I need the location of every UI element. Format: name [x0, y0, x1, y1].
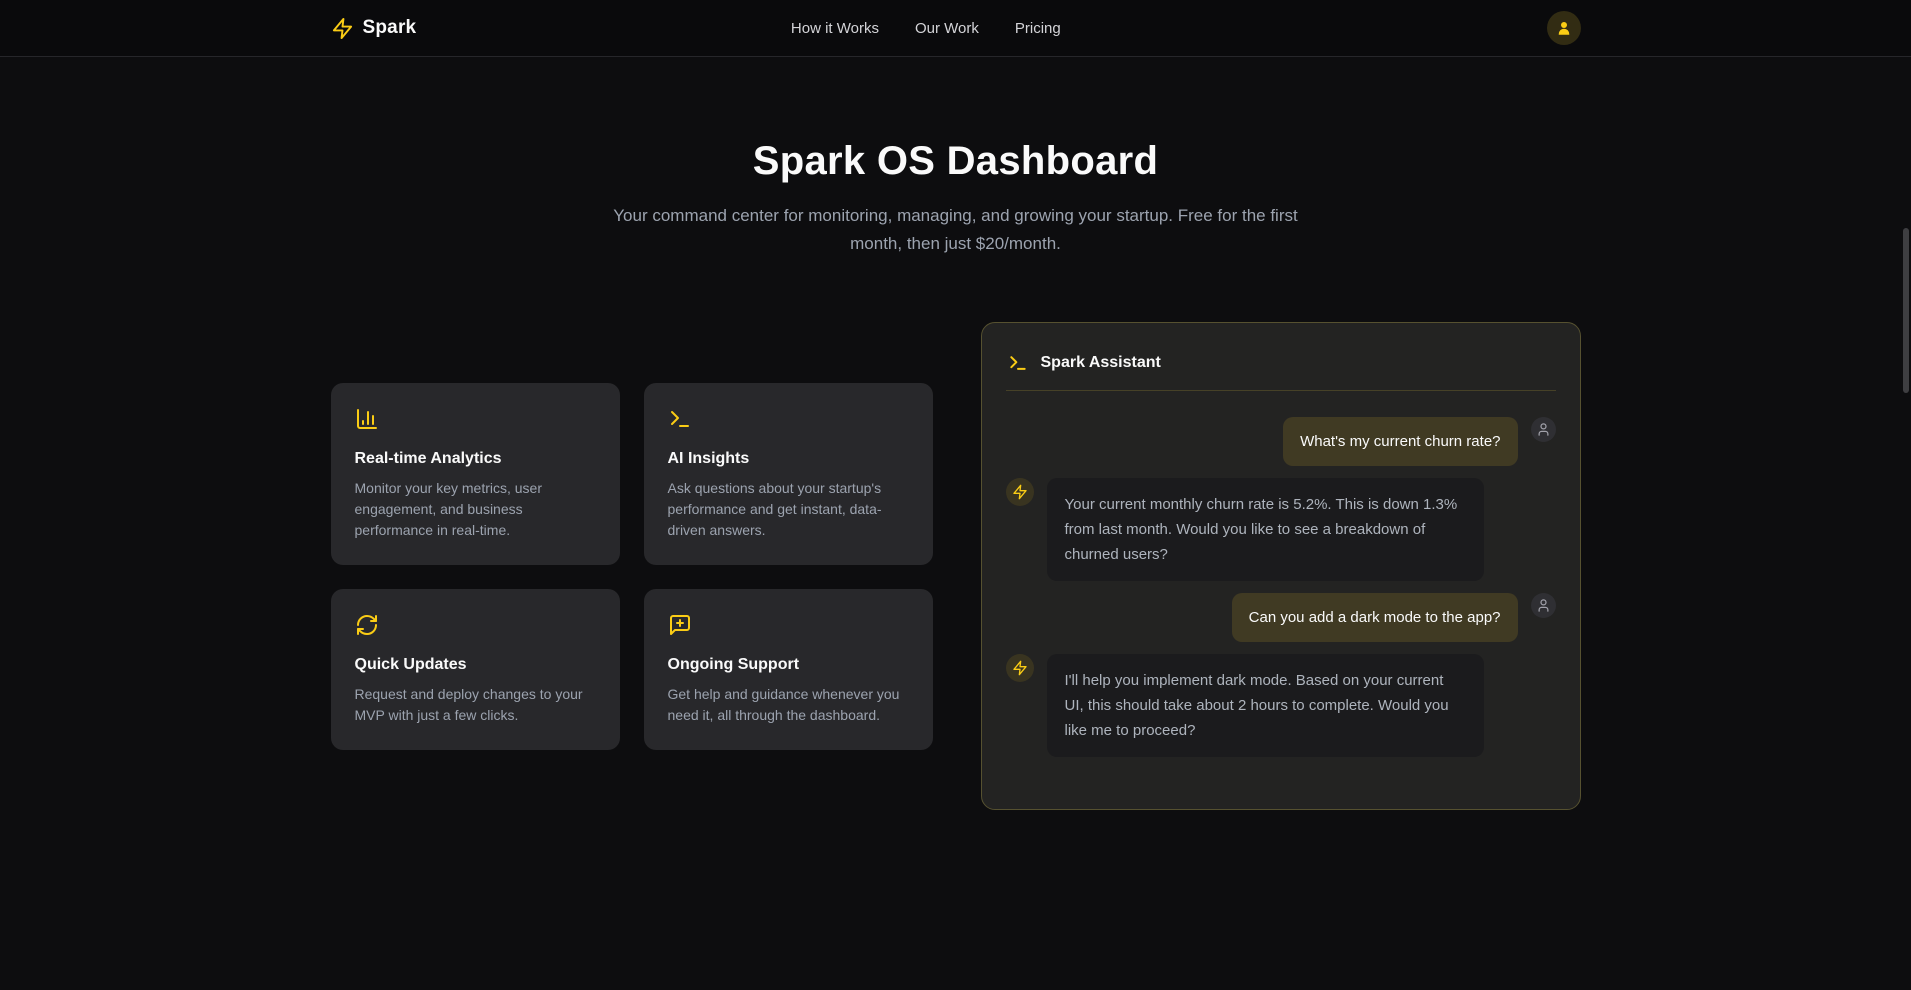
page-title: Spark OS Dashboard [0, 139, 1911, 184]
message-square-plus-icon [668, 613, 692, 637]
refresh-icon [355, 613, 379, 637]
user-message-bubble: Can you add a dark mode to the app? [1232, 593, 1518, 642]
assistant-message-avatar [1006, 478, 1034, 506]
main-content: Real-time Analytics Monitor your key met… [331, 322, 1581, 810]
feature-card-quick-updates: Quick Updates Request and deploy changes… [331, 589, 620, 750]
terminal-icon [668, 407, 692, 431]
feature-description: Monitor your key metrics, user engagemen… [355, 478, 596, 541]
assistant-header: Spark Assistant [1006, 347, 1556, 373]
user-icon [1555, 19, 1573, 37]
bar-chart-icon [355, 407, 379, 431]
assistant-message-avatar [1006, 654, 1034, 682]
feature-card-ai-insights: AI Insights Ask questions about your sta… [644, 383, 933, 565]
user-icon [1536, 598, 1551, 613]
assistant-title: Spark Assistant [1041, 354, 1161, 372]
feature-title: Quick Updates [355, 656, 596, 674]
brand-logo[interactable]: Spark [331, 17, 417, 40]
feature-title: Ongoing Support [668, 656, 909, 674]
assistant-divider [1006, 390, 1556, 391]
zap-icon [331, 17, 354, 40]
scrollbar-thumb[interactable] [1903, 228, 1909, 393]
user-avatar-button[interactable] [1547, 11, 1581, 45]
zap-icon [1012, 660, 1028, 676]
chat-message-user: Can you add a dark mode to the app? [1006, 593, 1556, 642]
chat-messages: What's my current churn rate? Your curre… [1006, 417, 1556, 757]
zap-icon [1012, 484, 1028, 500]
nav-link-pricing[interactable]: Pricing [1015, 20, 1061, 37]
feature-description: Request and deploy changes to your MVP w… [355, 684, 596, 726]
user-icon [1536, 422, 1551, 437]
user-message-bubble: What's my current churn rate? [1283, 417, 1517, 466]
spark-assistant-panel: Spark Assistant What's my current churn … [981, 322, 1581, 810]
assistant-message-bubble: Your current monthly churn rate is 5.2%.… [1047, 478, 1484, 581]
feature-card-ongoing-support: Ongoing Support Get help and guidance wh… [644, 589, 933, 750]
feature-description: Get help and guidance whenever you need … [668, 684, 909, 726]
assistant-message-bubble: I'll help you implement dark mode. Based… [1047, 654, 1484, 757]
feature-description: Ask questions about your startup's perfo… [668, 478, 909, 541]
nav-links: How it Works Our Work Pricing [791, 20, 1061, 37]
feature-title: AI Insights [668, 450, 909, 468]
nav-link-how-it-works[interactable]: How it Works [791, 20, 879, 37]
brand-name: Spark [363, 17, 417, 39]
top-navbar: Spark How it Works Our Work Pricing [0, 0, 1911, 57]
hero-section: Spark OS Dashboard Your command center f… [0, 57, 1911, 258]
nav-link-our-work[interactable]: Our Work [915, 20, 979, 37]
user-message-avatar [1531, 417, 1556, 442]
feature-card-realtime-analytics: Real-time Analytics Monitor your key met… [331, 383, 620, 565]
chat-message-user: What's my current churn rate? [1006, 417, 1556, 466]
terminal-icon [1008, 353, 1028, 373]
user-message-avatar [1531, 593, 1556, 618]
chat-message-assistant: Your current monthly churn rate is 5.2%.… [1006, 478, 1556, 581]
page-subtitle: Your command center for monitoring, mana… [611, 202, 1301, 258]
chat-message-assistant: I'll help you implement dark mode. Based… [1006, 654, 1556, 757]
feature-title: Real-time Analytics [355, 450, 596, 468]
features-grid: Real-time Analytics Monitor your key met… [331, 383, 933, 750]
